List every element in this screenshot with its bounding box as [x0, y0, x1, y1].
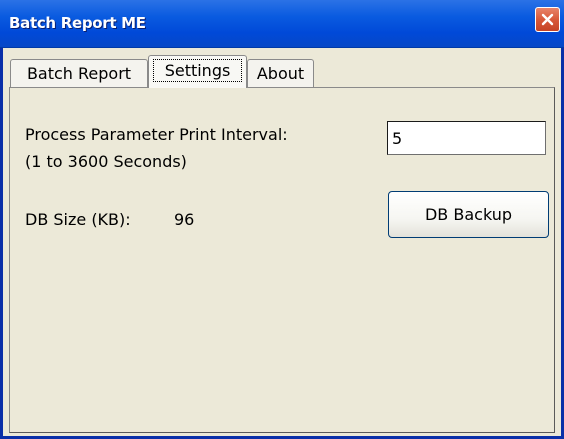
tab-settings[interactable]: Settings — [148, 55, 247, 88]
window-client-area: Batch Report Settings About Process Para… — [3, 48, 561, 436]
tab-settings-label: Settings — [164, 61, 231, 80]
tab-about-label: About — [256, 64, 305, 83]
settings-panel: Process Parameter Print Interval: (1 to … — [9, 87, 555, 433]
app-window: Batch Report ME Batch Report Settings Ab… — [0, 0, 564, 439]
db-size-label: DB Size (KB): — [25, 210, 131, 229]
window-title: Batch Report ME — [9, 14, 146, 32]
tab-about[interactable]: About — [247, 59, 314, 87]
close-button[interactable] — [535, 7, 560, 32]
print-interval-range-label: (1 to 3600 Seconds) — [25, 152, 187, 171]
db-backup-button[interactable]: DB Backup — [388, 191, 549, 238]
title-bar[interactable]: Batch Report ME — [0, 0, 564, 48]
print-interval-input[interactable] — [387, 121, 546, 155]
db-backup-button-label: DB Backup — [424, 205, 513, 224]
close-icon — [541, 13, 554, 26]
db-size-value: 96 — [174, 210, 195, 229]
tab-batch-report[interactable]: Batch Report — [10, 59, 148, 87]
print-interval-label: Process Parameter Print Interval: — [25, 125, 288, 144]
tab-batch-report-label: Batch Report — [26, 64, 132, 83]
